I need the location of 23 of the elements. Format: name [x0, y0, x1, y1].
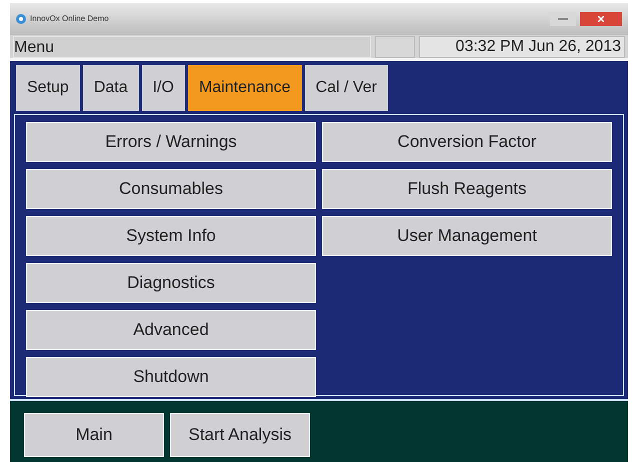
- menu-button[interactable]: Shutdown: [26, 357, 316, 397]
- tab[interactable]: I/O: [142, 65, 185, 111]
- minimize-button[interactable]: [550, 12, 576, 26]
- app-icon: [16, 14, 26, 24]
- menu-button[interactable]: Advanced: [26, 310, 316, 350]
- footer-button[interactable]: Main: [24, 413, 164, 457]
- window-title: InnovOx Online Demo: [30, 13, 109, 25]
- tab[interactable]: Maintenance: [188, 65, 302, 111]
- clock: 03:32 PM Jun 26, 2013: [419, 36, 625, 58]
- menu-button[interactable]: Diagnostics: [26, 263, 316, 303]
- tab[interactable]: Setup: [16, 65, 80, 111]
- menu-button[interactable]: Consumables: [26, 169, 316, 209]
- close-icon: [598, 16, 604, 22]
- tab[interactable]: Cal / Ver: [304, 65, 388, 111]
- menu-button[interactable]: Conversion Factor: [322, 122, 612, 162]
- menu-label: Menu: [13, 36, 371, 58]
- tab[interactable]: Data: [82, 65, 139, 111]
- menu-button[interactable]: Errors / Warnings: [26, 122, 316, 162]
- menu-button[interactable]: User Management: [322, 216, 612, 256]
- menu-button[interactable]: Flush Reagents: [322, 169, 612, 209]
- menu-button[interactable]: System Info: [26, 216, 316, 256]
- footer-button[interactable]: Start Analysis: [170, 413, 310, 457]
- close-button[interactable]: [580, 12, 622, 26]
